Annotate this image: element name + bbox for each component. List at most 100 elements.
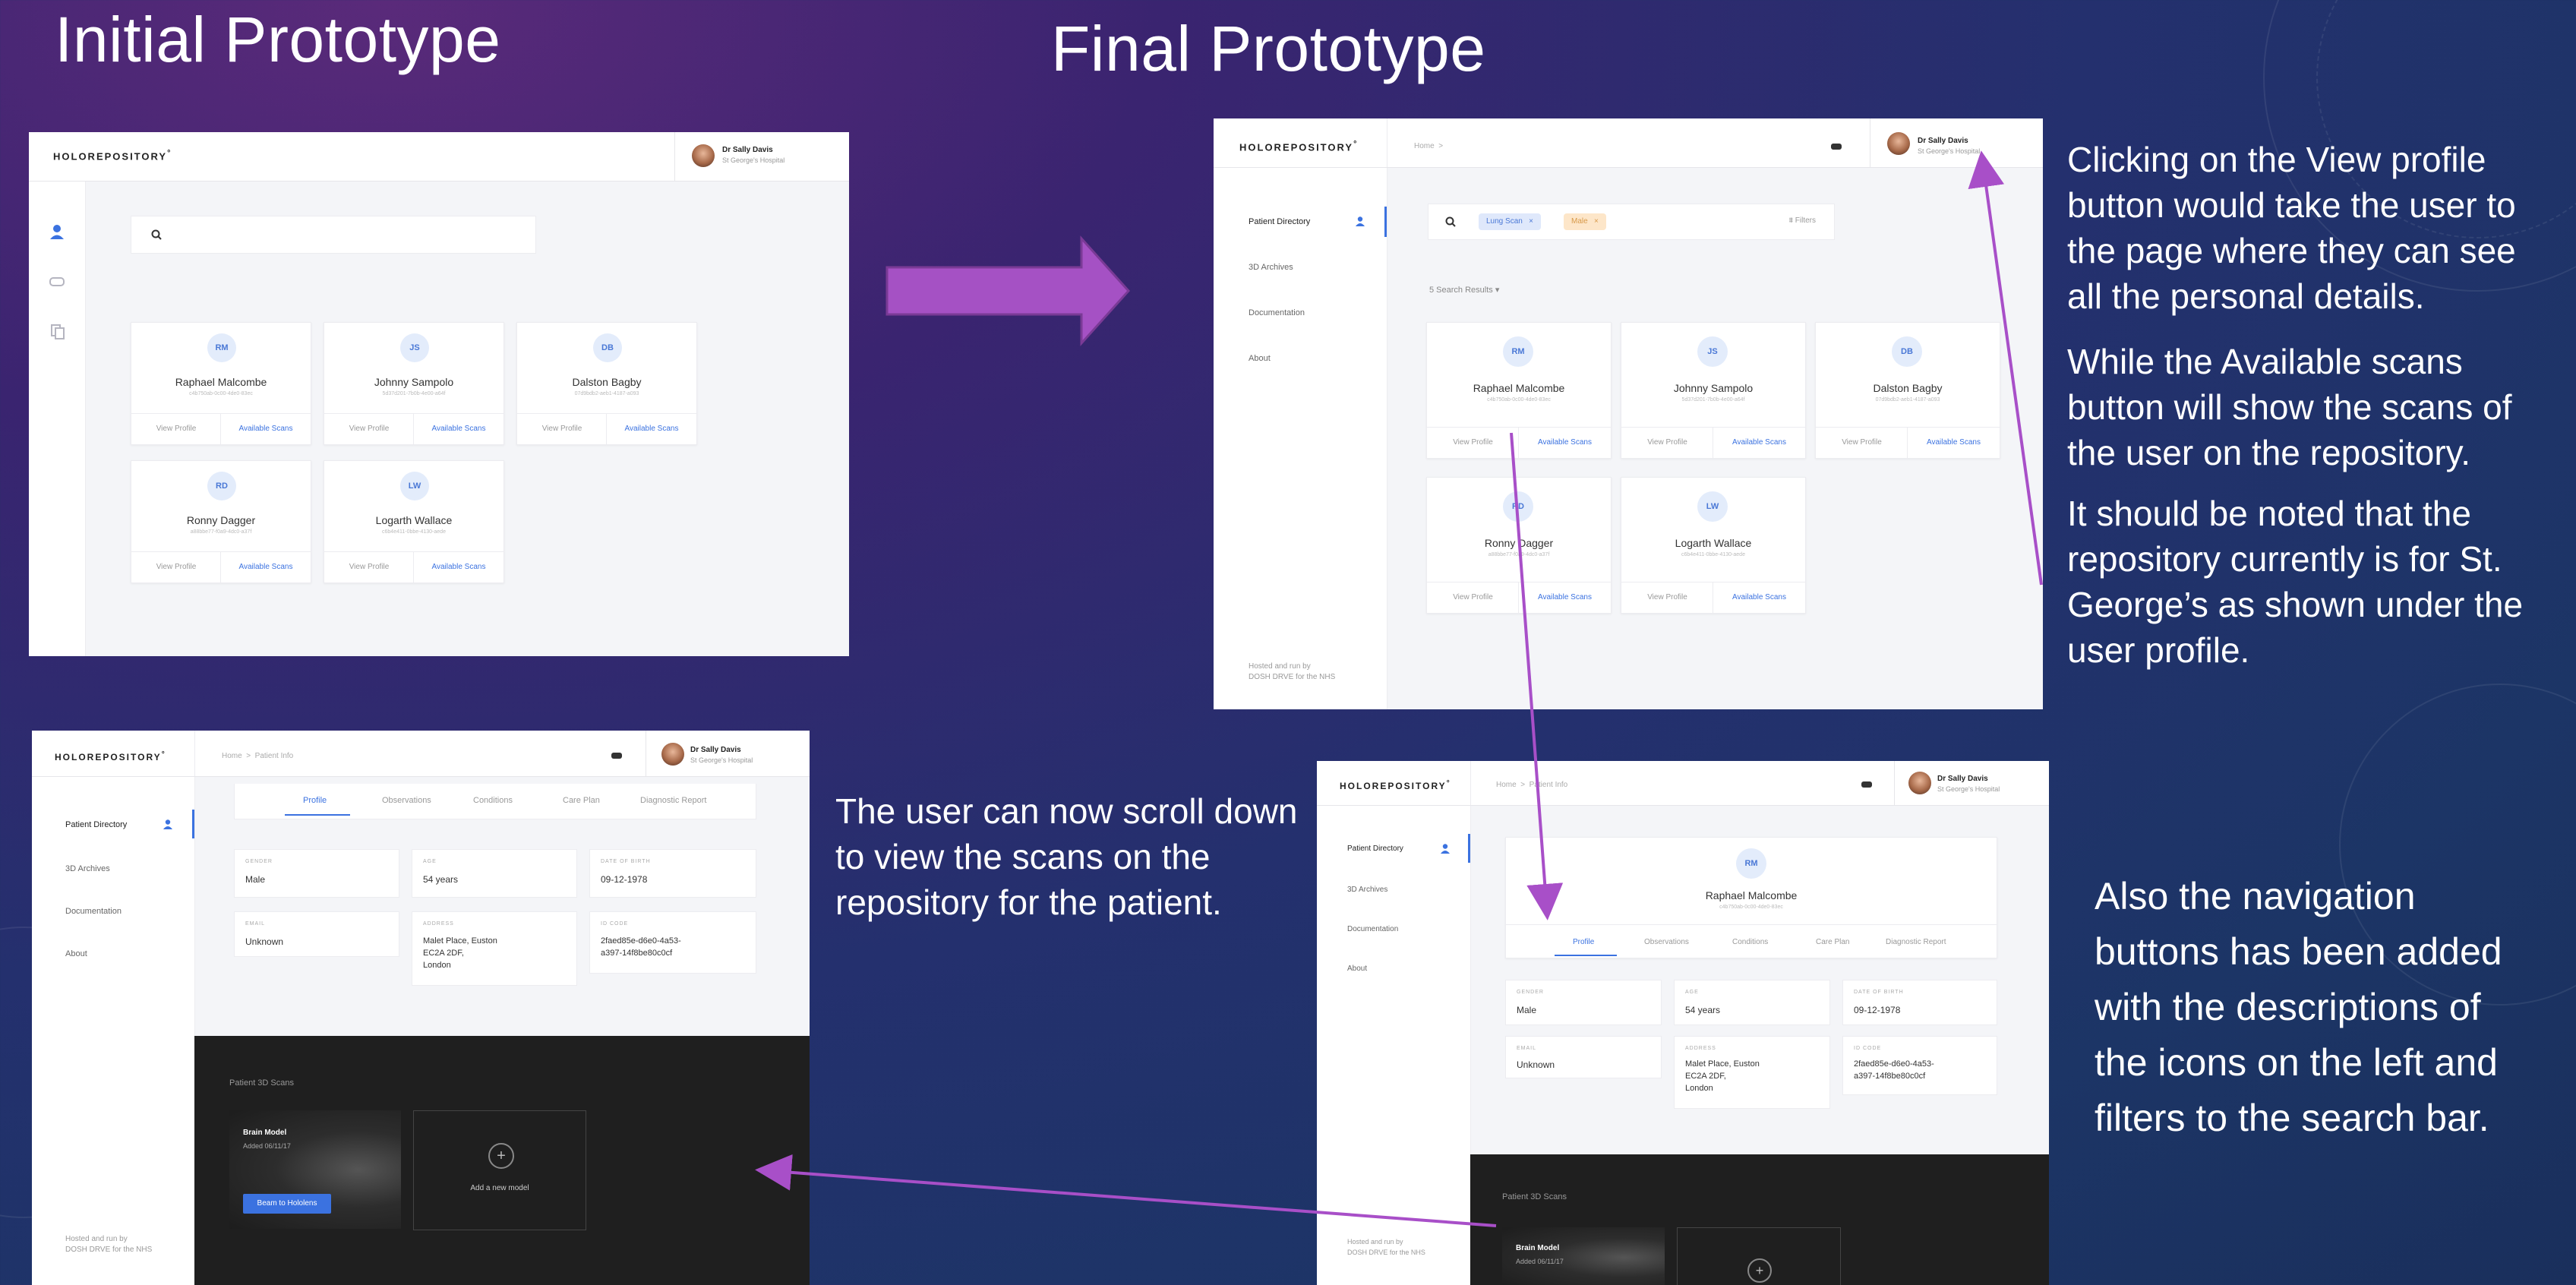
user-profile[interactable]: Dr Sally Davis St George's Hospital — [646, 731, 810, 776]
plus-icon: + — [488, 1143, 514, 1169]
tab-profile[interactable]: Profile — [1573, 938, 1594, 946]
tab-diagnostic-report[interactable]: Diagnostic Report — [640, 796, 706, 805]
tab-conditions[interactable]: Conditions — [473, 796, 513, 805]
add-model-card[interactable]: + — [1677, 1227, 1841, 1285]
search-icon — [1445, 216, 1456, 227]
footer-dosh: DOSH DRVE for the NHS — [1249, 673, 1336, 681]
breadcrumb[interactable]: Home > Patient Info — [222, 752, 293, 760]
patient-initials: LW — [400, 472, 429, 500]
available-scans-button[interactable]: Available Scans — [413, 414, 504, 444]
available-scans-button[interactable]: Available Scans — [1713, 583, 1805, 613]
filters-button[interactable]: ⩩ Filters — [1789, 216, 1816, 225]
footer-hosted: Hosted and run by — [65, 1235, 128, 1243]
footer-dosh: DOSH DRVE for the NHS — [65, 1246, 153, 1254]
plus-icon: + — [1747, 1258, 1772, 1283]
app-logo: HOLOREPOSITORY° — [1239, 140, 1359, 153]
patient-card: RD Ronny Dagger a88bbe77-f0a9-4dc0-a37f … — [131, 460, 311, 583]
headset-icon[interactable] — [611, 750, 623, 761]
caption-view-profile: Clicking on the View profile button woul… — [2067, 140, 2516, 316]
patient-card: LW Logarth Wallace c6b4e411-0bbe-4130-ae… — [324, 460, 504, 583]
nav-documentation[interactable]: Documentation — [65, 907, 122, 916]
tab-conditions[interactable]: Conditions — [1732, 938, 1768, 946]
nav-3d-archives[interactable]: 3D Archives — [1347, 886, 1387, 894]
tab-diagnostic-report[interactable]: Diagnostic Report — [1886, 938, 1946, 946]
view-profile-button[interactable]: View Profile — [131, 425, 221, 433]
nav-about[interactable]: About — [1347, 965, 1367, 973]
available-scans-button[interactable]: Available Scans — [220, 414, 311, 444]
available-scans-button[interactable]: Available Scans — [1713, 428, 1805, 458]
view-profile-button[interactable]: View Profile — [1621, 593, 1713, 601]
view-profile-button[interactable]: View Profile — [1427, 438, 1519, 447]
patient-card: DB Dalston Bagby 07d9bdb2-aeb1-4187-a093… — [1815, 322, 2000, 459]
beam-to-hololens-button[interactable]: Beam to Hololens — [243, 1194, 331, 1214]
nav-sidebar — [1214, 168, 1387, 709]
available-scans-button[interactable]: Available Scans — [606, 414, 696, 444]
icon-sidebar — [29, 182, 86, 656]
tab-care-plan[interactable]: Care Plan — [1816, 938, 1849, 946]
user-profile[interactable]: Dr Sally Davis St George's Hospital — [674, 132, 849, 181]
nav-patient-directory[interactable]: Patient Directory — [1347, 845, 1403, 853]
user-profile[interactable]: Dr Sally Davis St George's Hospital — [1870, 118, 2043, 167]
user-profile[interactable]: Dr Sally Davis St George's Hospital — [1894, 761, 2049, 805]
available-scans-button[interactable]: Available Scans — [1518, 583, 1611, 613]
patient-card: RD Ronny Dagger a88bbe77-f0a9-4dc0-a37f … — [1426, 477, 1612, 614]
add-model-card[interactable]: + Add a new model — [413, 1110, 586, 1230]
headset-icon[interactable] — [1830, 141, 1842, 152]
view-profile-button[interactable]: View Profile — [1621, 438, 1713, 447]
user-icon[interactable] — [49, 223, 65, 240]
patient-initials: DB — [593, 333, 622, 362]
close-icon[interactable]: × — [1529, 217, 1533, 226]
view-profile-button[interactable]: View Profile — [1816, 438, 1908, 447]
view-profile-button[interactable]: View Profile — [324, 425, 414, 433]
nav-patient-directory[interactable]: Patient Directory — [1249, 217, 1310, 226]
view-profile-button[interactable]: View Profile — [1427, 593, 1519, 601]
search-bar[interactable] — [131, 216, 536, 254]
tab-observations[interactable]: Observations — [1644, 938, 1689, 946]
search-results-count[interactable]: 5 Search Results ▾ — [1429, 285, 1499, 295]
scan-card-brain-model[interactable]: Brain Model Added 06/11/17 Beam to Holol… — [229, 1110, 401, 1229]
available-scans-button[interactable]: Available Scans — [1518, 428, 1611, 458]
view-profile-button[interactable]: View Profile — [517, 425, 607, 433]
nav-documentation[interactable]: Documentation — [1347, 925, 1398, 933]
user-avatar — [1908, 772, 1931, 794]
tab-observations[interactable]: Observations — [382, 796, 431, 805]
initial-prototype-screenshot: HOLOREPOSITORY° Dr Sally Davis St George… — [29, 132, 849, 656]
app-logo: HOLOREPOSITORY° — [53, 149, 172, 163]
close-icon[interactable]: × — [1594, 217, 1599, 226]
final-prototype-profile-screenshot: HOLOREPOSITORY° Home > Patient Info Dr S… — [1317, 761, 2049, 1285]
field-age: AGE 54 years — [412, 849, 577, 898]
nav-3d-archives[interactable]: 3D Archives — [1249, 263, 1293, 272]
headset-icon[interactable] — [1861, 779, 1873, 790]
nav-about[interactable]: About — [1249, 354, 1271, 363]
field-email: EMAIL Unknown — [234, 911, 399, 957]
headset-icon[interactable] — [49, 275, 65, 289]
available-scans-button[interactable]: Available Scans — [413, 552, 504, 583]
nav-about[interactable]: About — [65, 949, 87, 958]
footer-hosted: Hosted and run by — [1249, 662, 1311, 671]
available-scans-button[interactable]: Available Scans — [1907, 428, 2000, 458]
nav-3d-archives[interactable]: 3D Archives — [65, 864, 110, 873]
breadcrumb[interactable]: Home > — [1414, 142, 1443, 150]
breadcrumb[interactable]: Home > Patient Info — [1496, 781, 1567, 789]
heading-final-prototype: Final Prototype — [1051, 13, 1486, 84]
filter-chip-male[interactable]: Male × — [1564, 213, 1606, 230]
nav-sidebar — [32, 777, 195, 1285]
filter-chip-lung-scan[interactable]: Lung Scan × — [1479, 213, 1542, 230]
tab-profile[interactable]: Profile — [303, 796, 327, 805]
nav-documentation[interactable]: Documentation — [1249, 308, 1305, 317]
patient-card: RM Raphael Malcombe c4b750ab-0c00-4de0-8… — [1426, 322, 1612, 459]
patient-header-card: RM Raphael Malcombe c4b750ab-0c00-4de0-8… — [1505, 837, 1997, 958]
nav-patient-directory[interactable]: Patient Directory — [65, 820, 127, 829]
search-icon — [151, 229, 162, 240]
view-profile-button[interactable]: View Profile — [324, 563, 414, 571]
scan-card-brain-model[interactable]: Brain Model Added 06/11/17 — [1502, 1227, 1665, 1285]
patient-card: LW Logarth Wallace c6b4e411-0bbe-4130-ae… — [1621, 477, 1806, 614]
available-scans-button[interactable]: Available Scans — [220, 552, 311, 583]
view-profile-button[interactable]: View Profile — [131, 563, 221, 571]
final-prototype-search-screenshot: HOLOREPOSITORY° Home > Dr Sally Davis St… — [1214, 118, 2043, 709]
tab-care-plan[interactable]: Care Plan — [563, 796, 600, 805]
search-bar[interactable]: Lung Scan × Male × ⩩ Filters — [1428, 204, 1835, 240]
documents-icon[interactable] — [50, 324, 65, 340]
field-address: ADDRESS Malet Place, Euston EC2A 2DF, Lo… — [1674, 1036, 1830, 1109]
app-logo: HOLOREPOSITORY° — [55, 750, 166, 762]
